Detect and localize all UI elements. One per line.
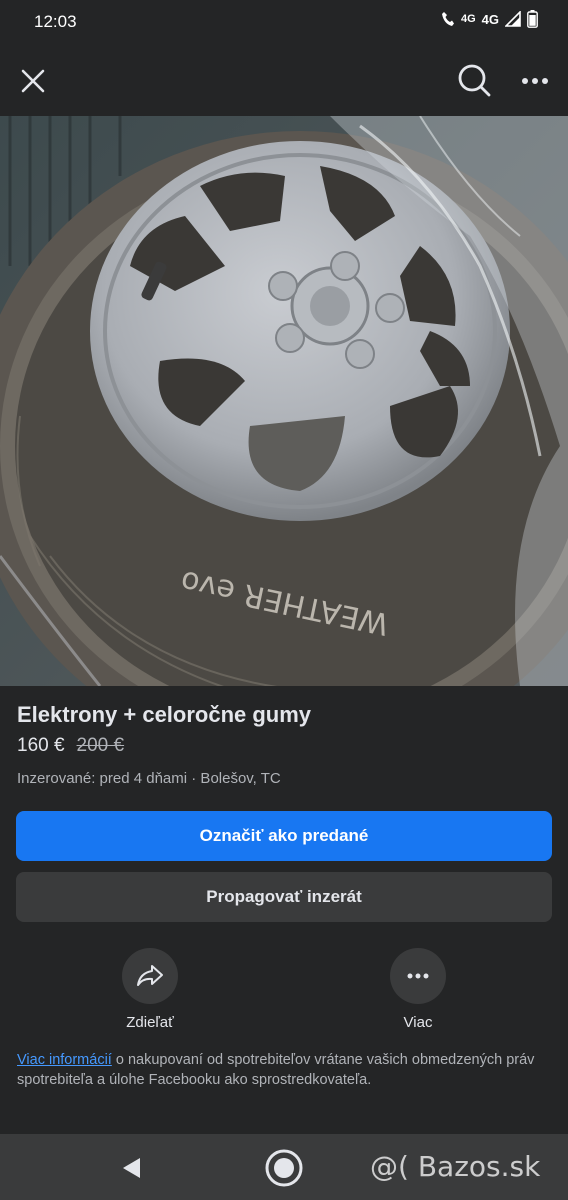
nav-home-button[interactable] bbox=[264, 1148, 304, 1188]
nav-back-button[interactable] bbox=[118, 1154, 146, 1182]
listing-title: Elektrony + celoročne gumy bbox=[17, 702, 312, 727]
status-bar: 12:03 4G 4G bbox=[0, 0, 568, 44]
battery-icon bbox=[527, 10, 538, 28]
close-button[interactable] bbox=[12, 60, 54, 102]
more-action-button[interactable] bbox=[390, 948, 446, 1004]
status-time: 12:03 bbox=[34, 12, 77, 31]
more-action[interactable]: Viac bbox=[368, 948, 468, 1031]
close-icon bbox=[21, 69, 45, 93]
network-label-2: 4G bbox=[481, 11, 499, 27]
wheel-photo-illustration: WEATHER evo bbox=[0, 116, 568, 686]
watermark: @( Bazos.sk bbox=[370, 1150, 541, 1183]
listing-price: 160 € bbox=[17, 735, 65, 756]
listing-meta: Inzerované: pred 4 dňami · Bolešov, TC bbox=[17, 770, 281, 787]
system-nav-bar: @( Bazos.sk bbox=[0, 1134, 568, 1200]
more-label: Viac bbox=[403, 1014, 433, 1031]
more-info-link[interactable]: Viac informácií bbox=[17, 1052, 112, 1068]
mark-sold-button[interactable]: Označiť ako predané bbox=[16, 811, 552, 861]
search-icon bbox=[458, 64, 491, 97]
signal-icon bbox=[505, 11, 521, 27]
more-horizontal-icon bbox=[407, 973, 429, 979]
more-options-button[interactable] bbox=[514, 60, 556, 102]
call-icon bbox=[441, 12, 454, 26]
share-label: Zdieľať bbox=[126, 1014, 174, 1031]
share-button[interactable] bbox=[122, 948, 178, 1004]
network-label-1: 4G bbox=[460, 13, 476, 25]
listing-old-price: 200 € bbox=[76, 735, 125, 756]
top-bar bbox=[0, 44, 568, 116]
share-icon bbox=[137, 965, 163, 986]
share-action[interactable]: Zdieľať bbox=[100, 948, 200, 1031]
listing-photo[interactable]: WEATHER evo bbox=[0, 116, 568, 686]
search-button[interactable] bbox=[452, 58, 496, 102]
more-icon bbox=[522, 78, 548, 84]
status-icons: 4G 4G bbox=[441, 10, 538, 28]
price-row: 160 € 200 € bbox=[17, 735, 124, 757]
back-triangle-icon bbox=[123, 1158, 140, 1178]
consumer-info: Viac informácií o nakupovaní od spotrebi… bbox=[17, 1050, 557, 1090]
home-circle-icon bbox=[265, 1149, 303, 1187]
promote-listing-button[interactable]: Propagovať inzerát bbox=[16, 872, 552, 922]
